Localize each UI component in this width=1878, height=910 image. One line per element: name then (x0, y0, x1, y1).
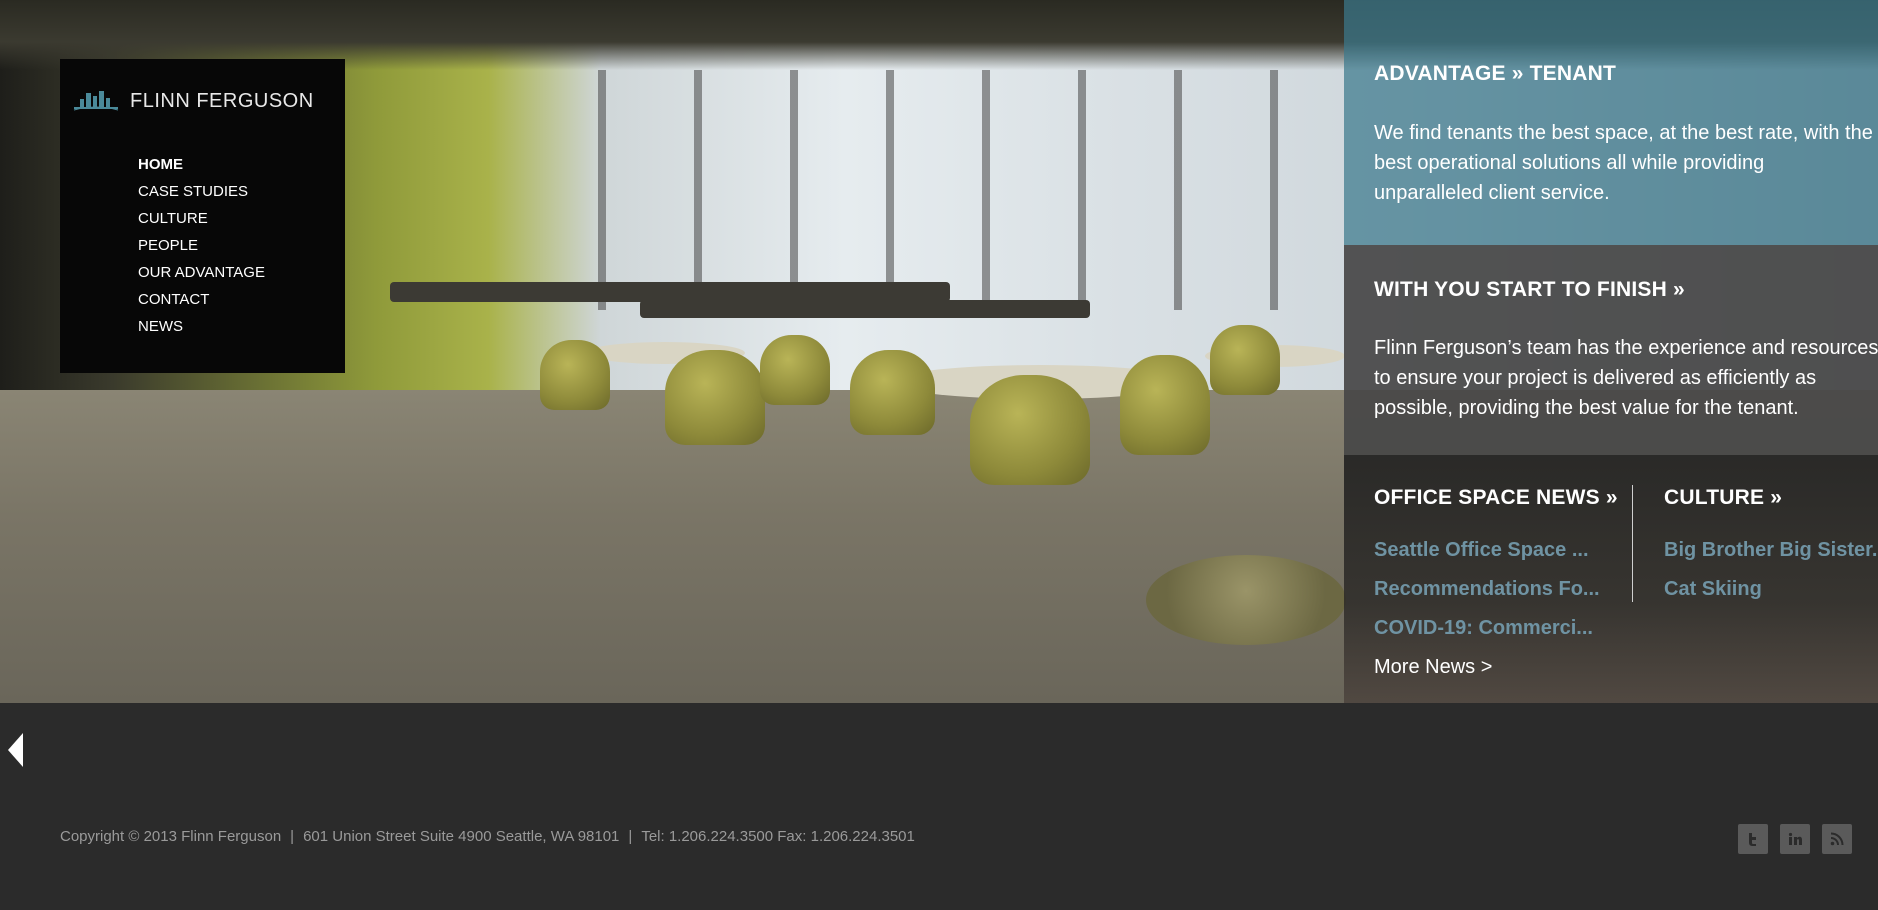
nav-item-home[interactable]: HOME (138, 151, 265, 178)
chair (1120, 355, 1210, 455)
stool (1146, 555, 1346, 645)
news-link[interactable]: Recommendations Fo... (1374, 578, 1600, 601)
chair (665, 350, 765, 445)
culture-link[interactable]: Big Brother Big Sister... (1664, 539, 1878, 562)
brand-name: FLINN FERGUSON (130, 89, 314, 112)
advantage-text-line: unparalleled client service. (1374, 182, 1610, 204)
chair (760, 335, 830, 405)
footer-info: Copyright © 2013 Flinn Ferguson | 601 Unio… (60, 828, 915, 845)
nav-item-contact[interactable]: CONTACT (138, 286, 265, 313)
start-to-finish-text-line: Flinn Ferguson’s team has the experience… (1374, 337, 1878, 359)
chair (970, 375, 1090, 485)
office-space-news-heading[interactable]: OFFICE SPACE NEWS » (1374, 486, 1618, 510)
separator: | (628, 828, 633, 845)
nav-item-our-advantage[interactable]: OUR ADVANTAGE (138, 259, 265, 286)
chair (1210, 325, 1280, 395)
advantage-heading[interactable]: ADVANTAGE » TENANT (1374, 62, 1616, 86)
previous-slide-arrow-icon[interactable] (8, 733, 23, 767)
phone-text: Tel: 1.206.224.3500 Fax: 1.206.224.3501 (641, 828, 915, 845)
twitter-icon[interactable] (1738, 824, 1768, 854)
column-divider (1632, 485, 1633, 602)
culture-link[interactable]: Cat Skiing (1664, 578, 1762, 601)
address-text: 601 Union Street Suite 4900 Seattle, WA … (303, 828, 620, 845)
chair (540, 340, 610, 410)
dining-table (640, 300, 1090, 318)
advantage-block: ADVANTAGE » TENANT We find tenants the b… (1344, 0, 1878, 245)
rss-glyph (1830, 832, 1844, 846)
news-link[interactable]: Seattle Office Space ... (1374, 539, 1589, 562)
copyright-text: Copyright © 2013 Flinn Ferguson (60, 828, 282, 845)
nav-item-case-studies[interactable]: CASE STUDIES (138, 178, 265, 205)
window-mullions (510, 70, 1340, 310)
separator: | (290, 828, 295, 845)
culture-heading[interactable]: CULTURE » (1664, 486, 1782, 510)
linkedin-icon[interactable] (1780, 824, 1810, 854)
linkedin-glyph (1788, 832, 1802, 845)
twitter-glyph (1749, 833, 1756, 846)
main-menu: FLINN FERGUSON HOME CASE STUDIES CULTURE… (60, 59, 345, 373)
start-to-finish-text-line: possible, providing the best value for t… (1374, 397, 1799, 419)
news-link[interactable]: COVID-19: Commerci... (1374, 617, 1593, 640)
chair (850, 350, 935, 435)
start-to-finish-block: WITH YOU START TO FINISH » Flinn Ferguso… (1344, 245, 1878, 455)
advantage-text-line: We find tenants the best space, at the b… (1374, 122, 1873, 144)
nav-item-people[interactable]: PEOPLE (138, 232, 265, 259)
dining-table (390, 282, 950, 302)
logo[interactable]: FLINN FERGUSON (72, 89, 314, 113)
start-to-finish-text-line: to ensure your project is delivered as e… (1374, 367, 1817, 389)
skyline-logo-icon (73, 91, 119, 111)
rss-icon[interactable] (1822, 824, 1852, 854)
news-culture-block: OFFICE SPACE NEWS » Seattle Office Space… (1344, 455, 1878, 703)
info-panel: ADVANTAGE » TENANT We find tenants the b… (1344, 0, 1878, 703)
start-to-finish-heading[interactable]: WITH YOU START TO FINISH » (1374, 278, 1685, 302)
nav-item-culture[interactable]: CULTURE (138, 205, 265, 232)
nav-item-news[interactable]: NEWS (138, 313, 265, 340)
main-nav: HOME CASE STUDIES CULTURE PEOPLE OUR ADV… (138, 151, 265, 340)
more-news-link[interactable]: More News > (1374, 656, 1492, 679)
advantage-text-line: best operational solutions all while pro… (1374, 152, 1765, 174)
